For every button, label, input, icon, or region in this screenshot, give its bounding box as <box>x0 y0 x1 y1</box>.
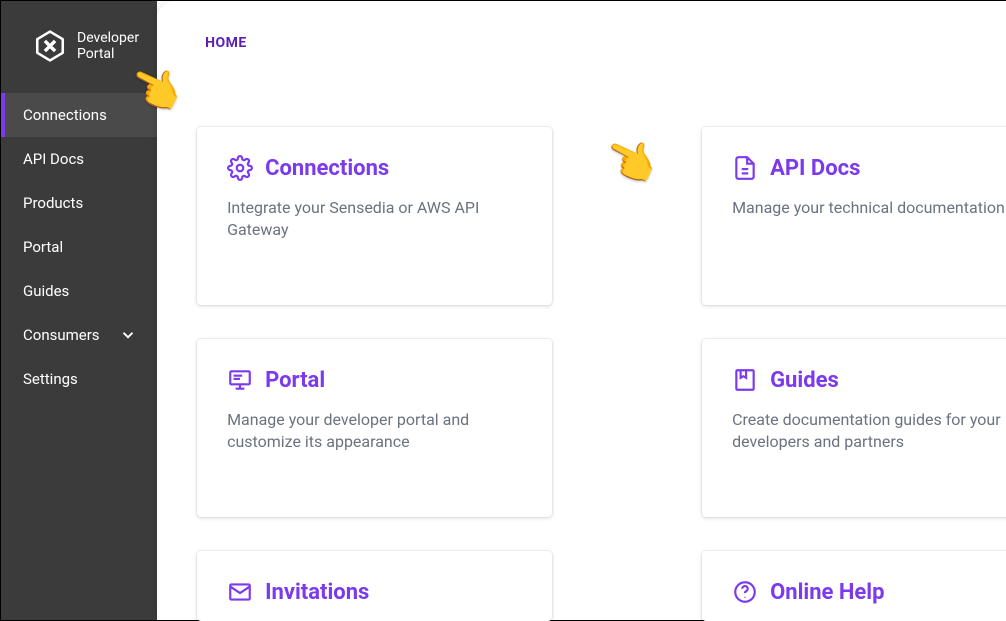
sidebar-item-connections[interactable]: Connections <box>1 93 157 137</box>
sidebar-item-products[interactable]: Products <box>1 181 157 225</box>
sidebar-item-settings[interactable]: Settings <box>1 357 157 401</box>
chevron-down-icon <box>119 326 137 344</box>
card-description: Integrate your Sensedia or AWS API Gatew… <box>227 197 522 242</box>
card-description: Manage your technical documentation <box>732 197 1006 219</box>
card-title: Online Help <box>770 580 884 605</box>
breadcrumb[interactable]: HOME <box>197 29 1006 57</box>
card-connections[interactable]: Connections Integrate your Sensedia or A… <box>197 127 552 305</box>
card-grid: Connections Integrate your Sensedia or A… <box>197 127 1006 621</box>
brand-logo-icon <box>33 29 67 63</box>
display-icon <box>227 367 253 393</box>
gear-icon <box>227 155 253 181</box>
sidebar-item-label: Products <box>23 194 83 212</box>
card-portal[interactable]: Portal Manage your developer portal and … <box>197 339 552 517</box>
card-title: Guides <box>770 368 839 393</box>
card-title: API Docs <box>770 156 860 181</box>
sidebar-item-label: Connections <box>23 106 107 124</box>
card-title: Portal <box>265 368 325 393</box>
brand-logo-text: Developer Portal <box>77 30 139 62</box>
bookmark-icon <box>732 367 758 393</box>
breadcrumb-home: HOME <box>205 35 247 51</box>
sidebar-item-api-docs[interactable]: API Docs <box>1 137 157 181</box>
sidebar-item-label: Consumers <box>23 326 100 344</box>
main-content: HOME Connections Integrate your Sensedia… <box>157 1 1006 620</box>
sidebar-item-label: API Docs <box>23 150 84 168</box>
card-api-docs[interactable]: API Docs Manage your technical documenta… <box>702 127 1006 305</box>
sidebar-item-portal[interactable]: Portal <box>1 225 157 269</box>
card-description: Manage your developer portal and customi… <box>227 409 522 454</box>
card-guides[interactable]: Guides Create documentation guides for y… <box>702 339 1006 517</box>
sidebar-item-label: Portal <box>23 238 63 256</box>
sidebar-item-label: Guides <box>23 282 69 300</box>
envelope-icon <box>227 579 253 605</box>
card-description: Create documentation guides for your dev… <box>732 409 1006 454</box>
help-icon <box>732 579 758 605</box>
card-title: Connections <box>265 156 389 181</box>
card-title: Invitations <box>265 580 369 605</box>
document-icon <box>732 155 758 181</box>
brand-logo[interactable]: Developer Portal <box>1 19 157 93</box>
card-invitations[interactable]: Invitations <box>197 551 552 621</box>
card-online-help[interactable]: Online Help <box>702 551 1006 621</box>
sidebar-item-guides[interactable]: Guides <box>1 269 157 313</box>
sidebar: Developer Portal Connections API Docs Pr… <box>1 1 157 620</box>
sidebar-nav: Connections API Docs Products Portal Gui… <box>1 93 157 401</box>
sidebar-item-label: Settings <box>23 370 78 388</box>
sidebar-item-consumers[interactable]: Consumers <box>1 313 157 357</box>
